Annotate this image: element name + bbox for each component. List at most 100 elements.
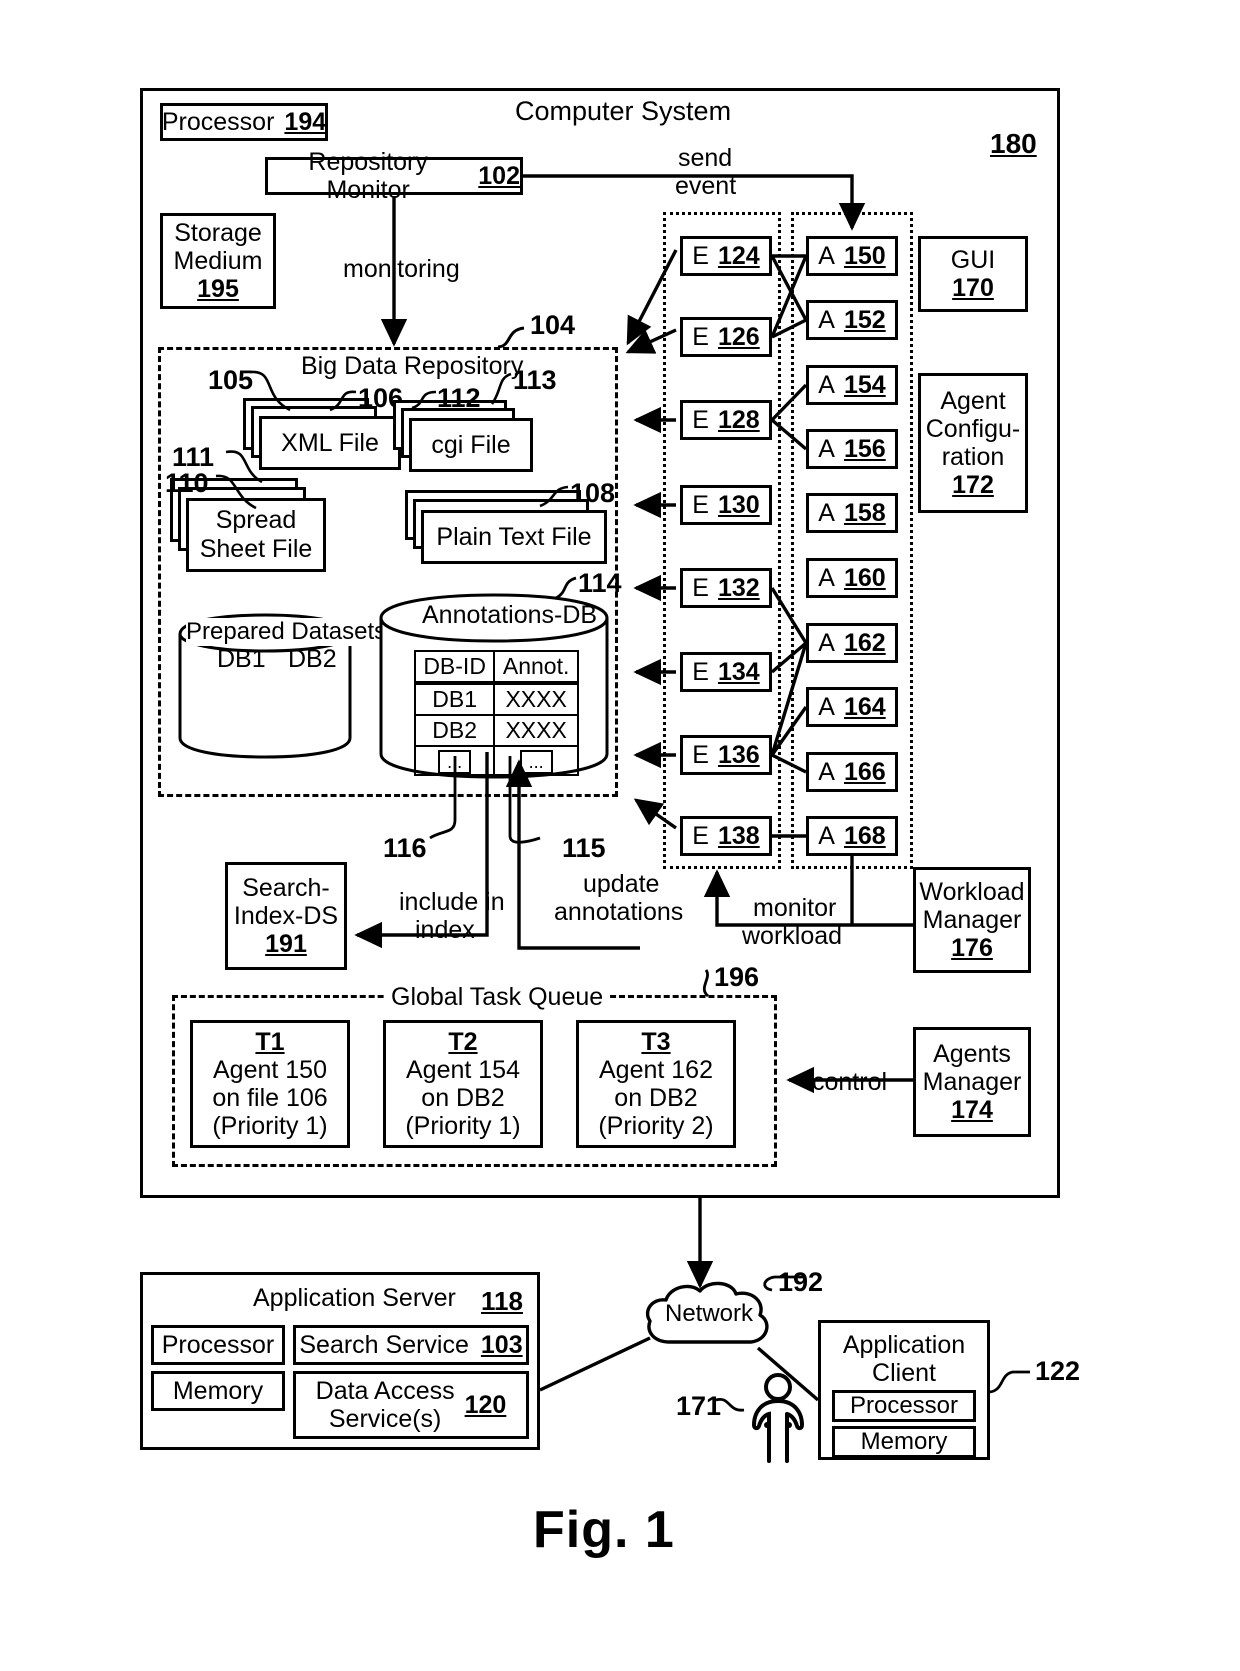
gui-box: GUI 170 [918,236,1028,312]
agent-156-ref: 156 [843,434,886,463]
task-t2-line1: Agent 154 [406,1056,520,1084]
search-index-ref: 191 [265,930,307,958]
agent-160-ref: 160 [843,563,886,592]
workload-manager-ref: 176 [951,934,993,962]
task-t3-line2: on DB2 [614,1084,698,1112]
agent-162-prefix: A [818,628,835,657]
prepared-datasets-title: Prepared Datasets [186,618,387,646]
event-box-124[interactable]: E 124 [680,236,772,276]
send-event-label-line1: send [678,144,733,172]
agent-box-162[interactable]: A 162 [806,623,898,663]
application-server-title: Application Server [253,1284,456,1312]
annotations-col-annot: Annot. [493,650,579,685]
task-box-t3[interactable]: T3 Agent 162 on DB2 (Priority 2) [576,1020,736,1148]
monitoring-label: monitoring [343,255,460,283]
update-annotations-line2: annotations [554,898,684,926]
agent-box-150[interactable]: A 150 [806,236,898,276]
event-box-134[interactable]: E 134 [680,652,772,692]
agent-152-ref: 152 [843,305,886,334]
processor-194-label: Processor [161,108,275,136]
include-in-index-line1: include in [399,888,505,916]
event-box-138[interactable]: E 138 [680,816,772,856]
event-136-prefix: E [692,740,709,769]
agent-box-166[interactable]: A 166 [806,752,898,792]
monitor-workload-line1: monitor [753,894,837,922]
spreadsheet-file-line1: Spread [215,506,297,535]
agent-156-prefix: A [818,434,835,463]
annotations-r0-c0: DB1 [413,682,496,716]
annotations-r1-c1: XXXX [493,714,579,747]
agent-box-160[interactable]: A 160 [806,558,898,598]
event-128-prefix: E [692,405,709,434]
event-138-prefix: E [692,821,709,850]
app-server-processor-label: Processor [161,1331,275,1359]
agent-box-158[interactable]: A 158 [806,493,898,533]
event-128-ref: 128 [717,405,760,434]
event-132-prefix: E [692,573,709,602]
xml-file-label: XML File [281,428,379,457]
storage-medium-ref: 195 [197,275,239,303]
prepared-datasets-db2-label: DB2 [288,645,337,673]
global-task-queue-title: Global Task Queue [385,983,610,1012]
task-t3-line3: (Priority 2) [598,1112,714,1140]
search-service-label: Search Service [299,1331,469,1359]
event-box-126[interactable]: E 126 [680,317,772,357]
agent-158-prefix: A [818,498,835,527]
agent-box-156[interactable]: A 156 [806,429,898,469]
agent-box-164[interactable]: A 164 [806,687,898,727]
annotations-r2-c1-wrap: ... [493,745,579,776]
plaintext-file-label: Plain Text File [436,522,592,551]
agent-box-154[interactable]: A 154 [806,365,898,405]
data-access-ref: 120 [464,1391,507,1419]
agent-config-line2: Configu- [925,415,1021,443]
task-box-t2[interactable]: T2 Agent 154 on DB2 (Priority 1) [383,1020,543,1148]
search-index-ds-box: Search- Index-DS 191 [225,862,347,970]
event-124-ref: 124 [717,241,760,270]
agent-164-ref: 164 [843,692,886,721]
agent-158-ref: 158 [843,498,886,527]
agent-162-ref: 162 [843,628,886,657]
gui-ref: 170 [952,274,994,302]
ref-104: 104 [530,310,576,340]
annotations-db-title: Annotations-DB [422,601,598,629]
ref-108: 108 [570,478,616,508]
event-box-132[interactable]: E 132 [680,568,772,608]
storage-medium-line1: Storage [174,219,262,247]
app-client-processor-box: Processor [832,1390,976,1422]
agent-box-168[interactable]: A 168 [806,816,898,856]
app-client-processor-label: Processor [849,1391,959,1419]
annotations-col-dbid: DB-ID [413,650,496,685]
event-126-ref: 126 [717,322,760,351]
control-label: control [812,1068,888,1096]
spreadsheet-file-line2: Sheet File [199,535,313,563]
event-124-prefix: E [692,241,709,270]
agents-manager-box: Agents Manager 174 [913,1027,1031,1137]
agent-config-line3: ration [941,443,1005,471]
app-server-processor-box: Processor [151,1325,285,1365]
event-134-ref: 134 [717,657,760,686]
agent-configuration-box: Agent Configu- ration 172 [918,373,1028,513]
app-client-memory-box: Memory [832,1426,976,1458]
figure-caption: Fig. 1 [533,1501,675,1559]
application-server-ref: 118 [481,1286,523,1316]
agent-152-prefix: A [818,305,835,334]
ref-112: 112 [437,383,481,413]
event-132-ref: 132 [717,573,760,602]
task-box-t1[interactable]: T1 Agent 150 on file 106 (Priority 1) [190,1020,350,1148]
network-label: Network [665,1300,754,1327]
event-box-128[interactable]: E 128 [680,400,772,440]
search-service-ref: 103 [480,1331,523,1359]
agent-box-152[interactable]: A 152 [806,300,898,340]
patent-figure-1: Computer System 180 Processor 194 Storag… [0,0,1240,1671]
event-130-ref: 130 [717,490,760,519]
annotations-r1-c0: DB2 [413,714,496,747]
ref-196: 196 [714,962,760,992]
event-126-prefix: E [692,322,709,351]
ref-192: 192 [778,1267,824,1297]
data-access-line1: Data Access [315,1377,455,1405]
agent-config-line1: Agent [940,387,1006,415]
event-box-136[interactable]: E 136 [680,735,772,775]
event-box-130[interactable]: E 130 [680,485,772,525]
task-t1-line3: (Priority 1) [212,1112,328,1140]
ref-115: 115 [562,833,606,863]
